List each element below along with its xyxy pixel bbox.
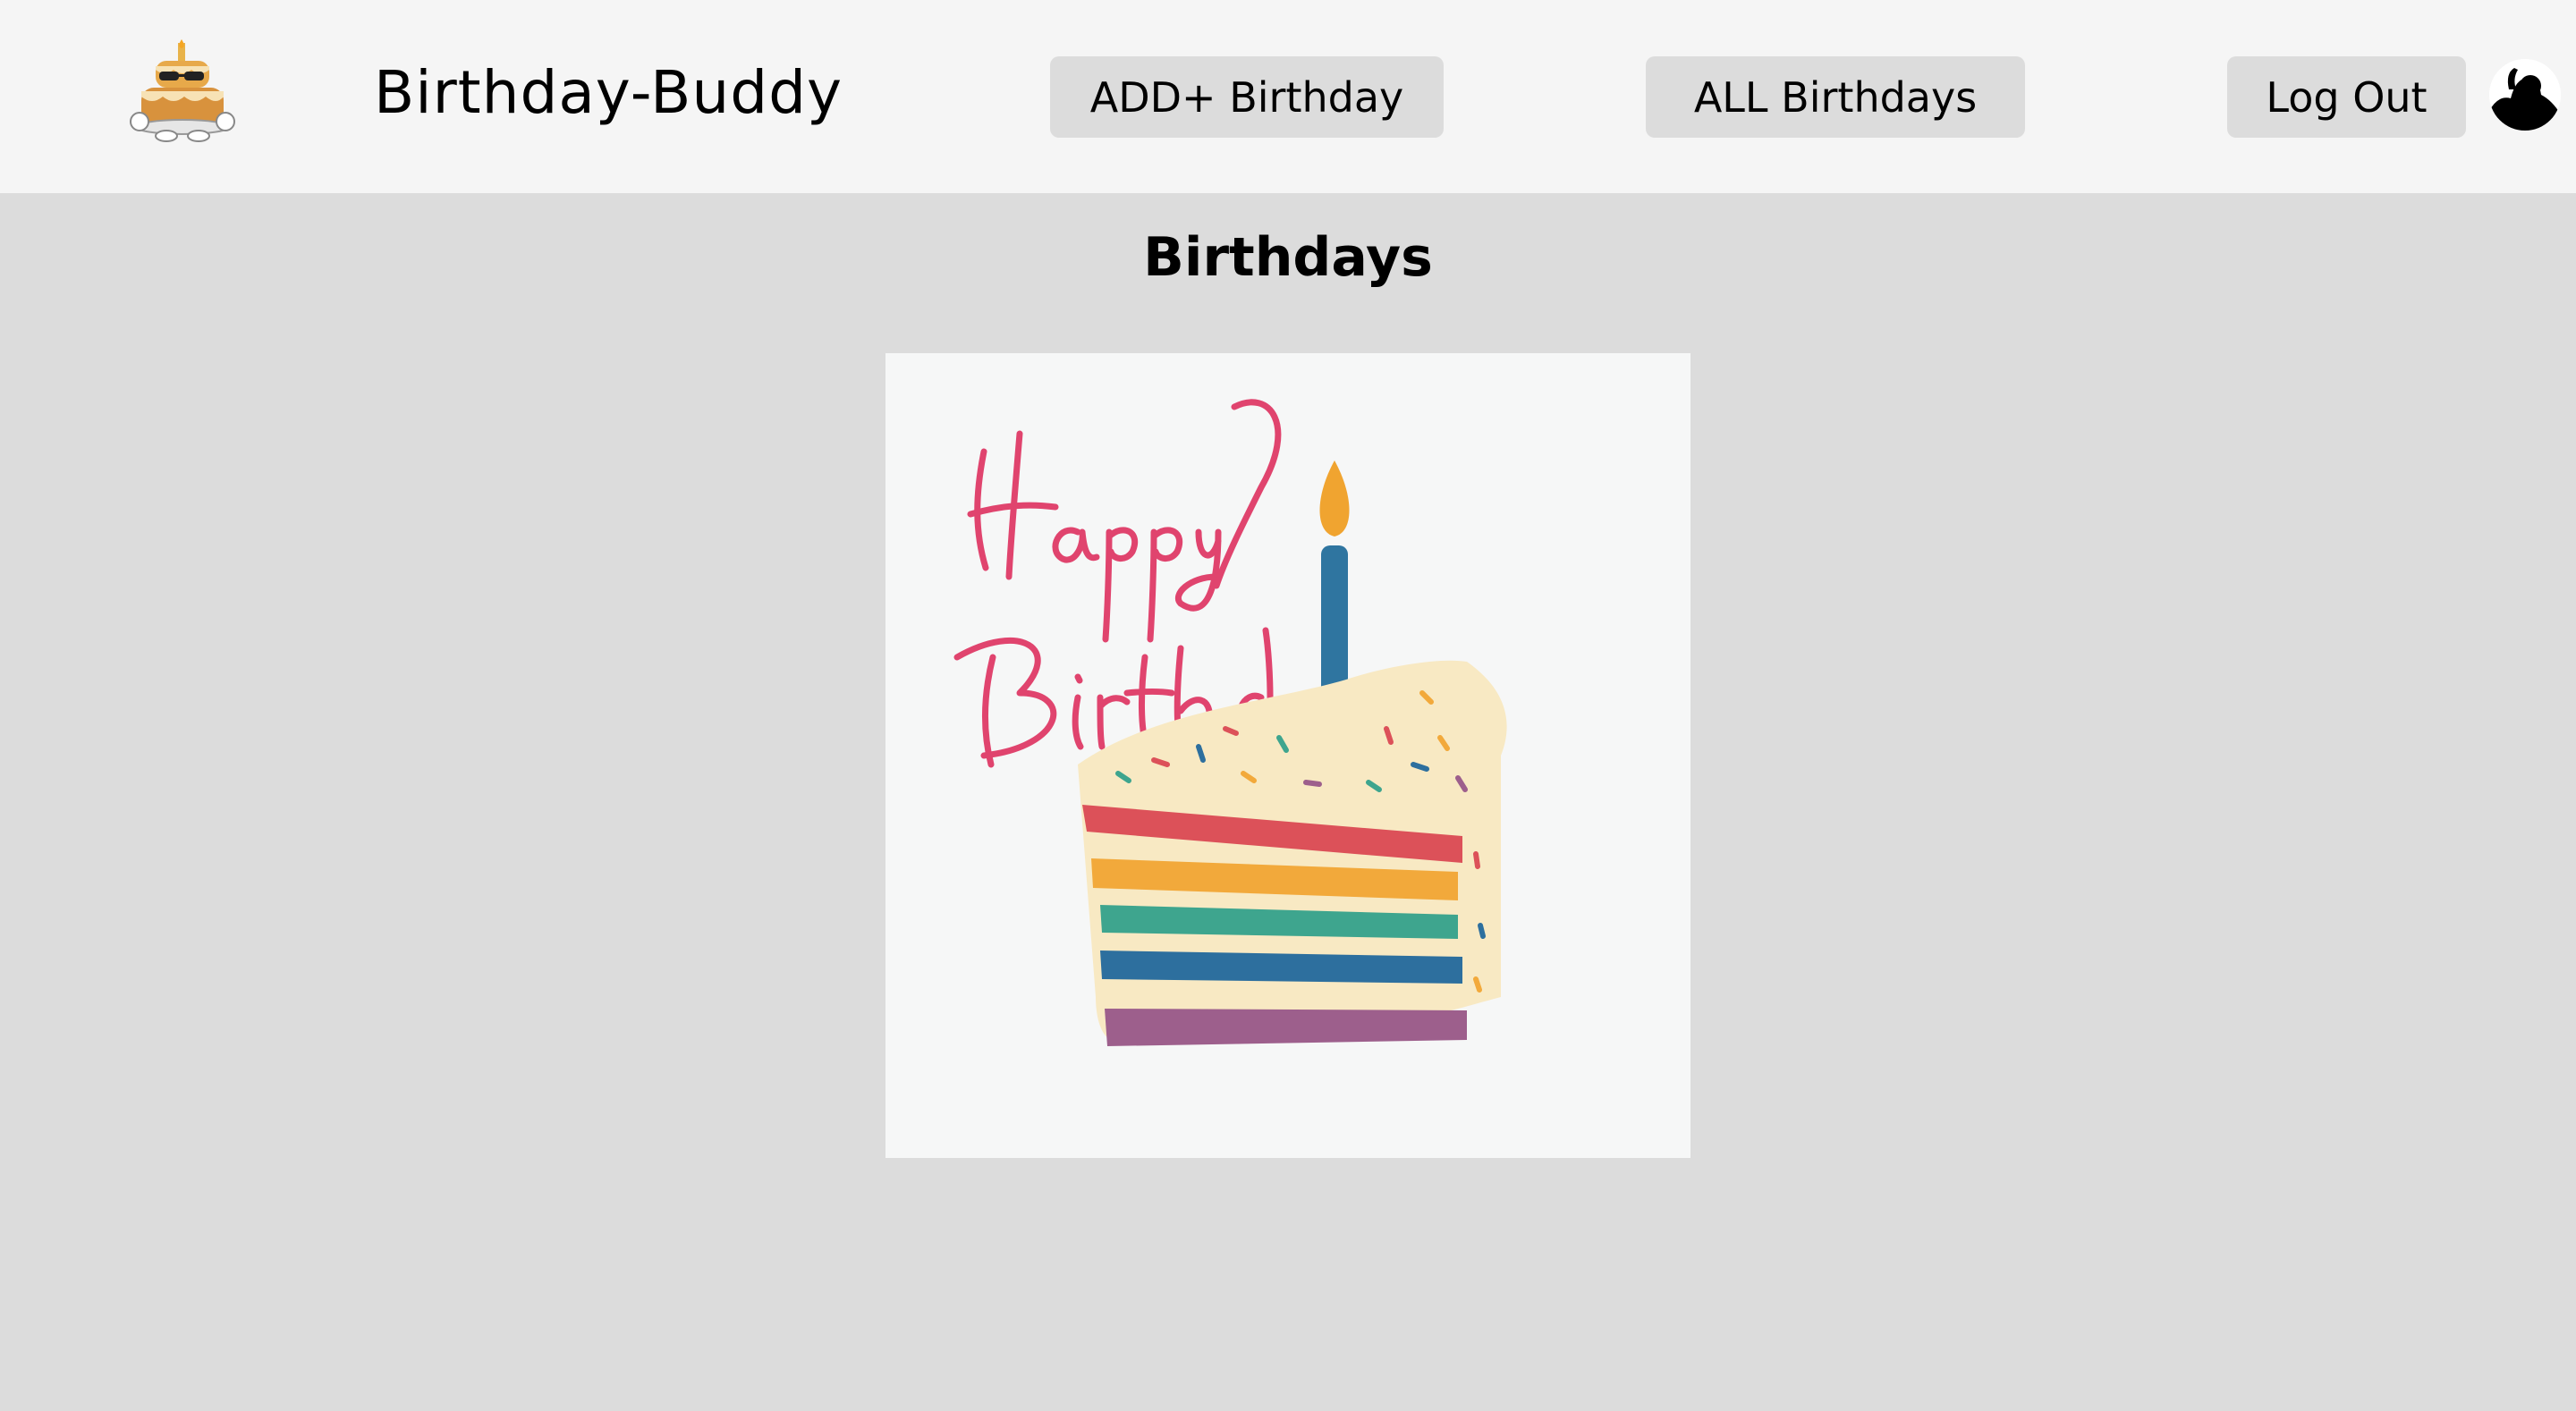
all-birthdays-button[interactable]: ALL Birthdays bbox=[1646, 56, 2025, 138]
top-nav-bar: Birthday-Buddy ADD+ Birthday ALL Birthda… bbox=[0, 0, 2576, 193]
app-title[interactable]: Birthday-Buddy bbox=[374, 57, 843, 129]
add-birthday-button[interactable]: ADD+ Birthday bbox=[1050, 56, 1444, 138]
log-out-button[interactable]: Log Out bbox=[2227, 56, 2466, 138]
page-title: Birthdays bbox=[1143, 226, 1433, 289]
user-avatar[interactable] bbox=[2489, 59, 2561, 131]
birthday-cake-slice-illustration bbox=[886, 353, 1690, 1158]
birthday-card-image bbox=[886, 353, 1690, 1158]
cake-mascot-icon[interactable] bbox=[129, 39, 236, 143]
user-avatar-icon bbox=[2489, 59, 2561, 131]
